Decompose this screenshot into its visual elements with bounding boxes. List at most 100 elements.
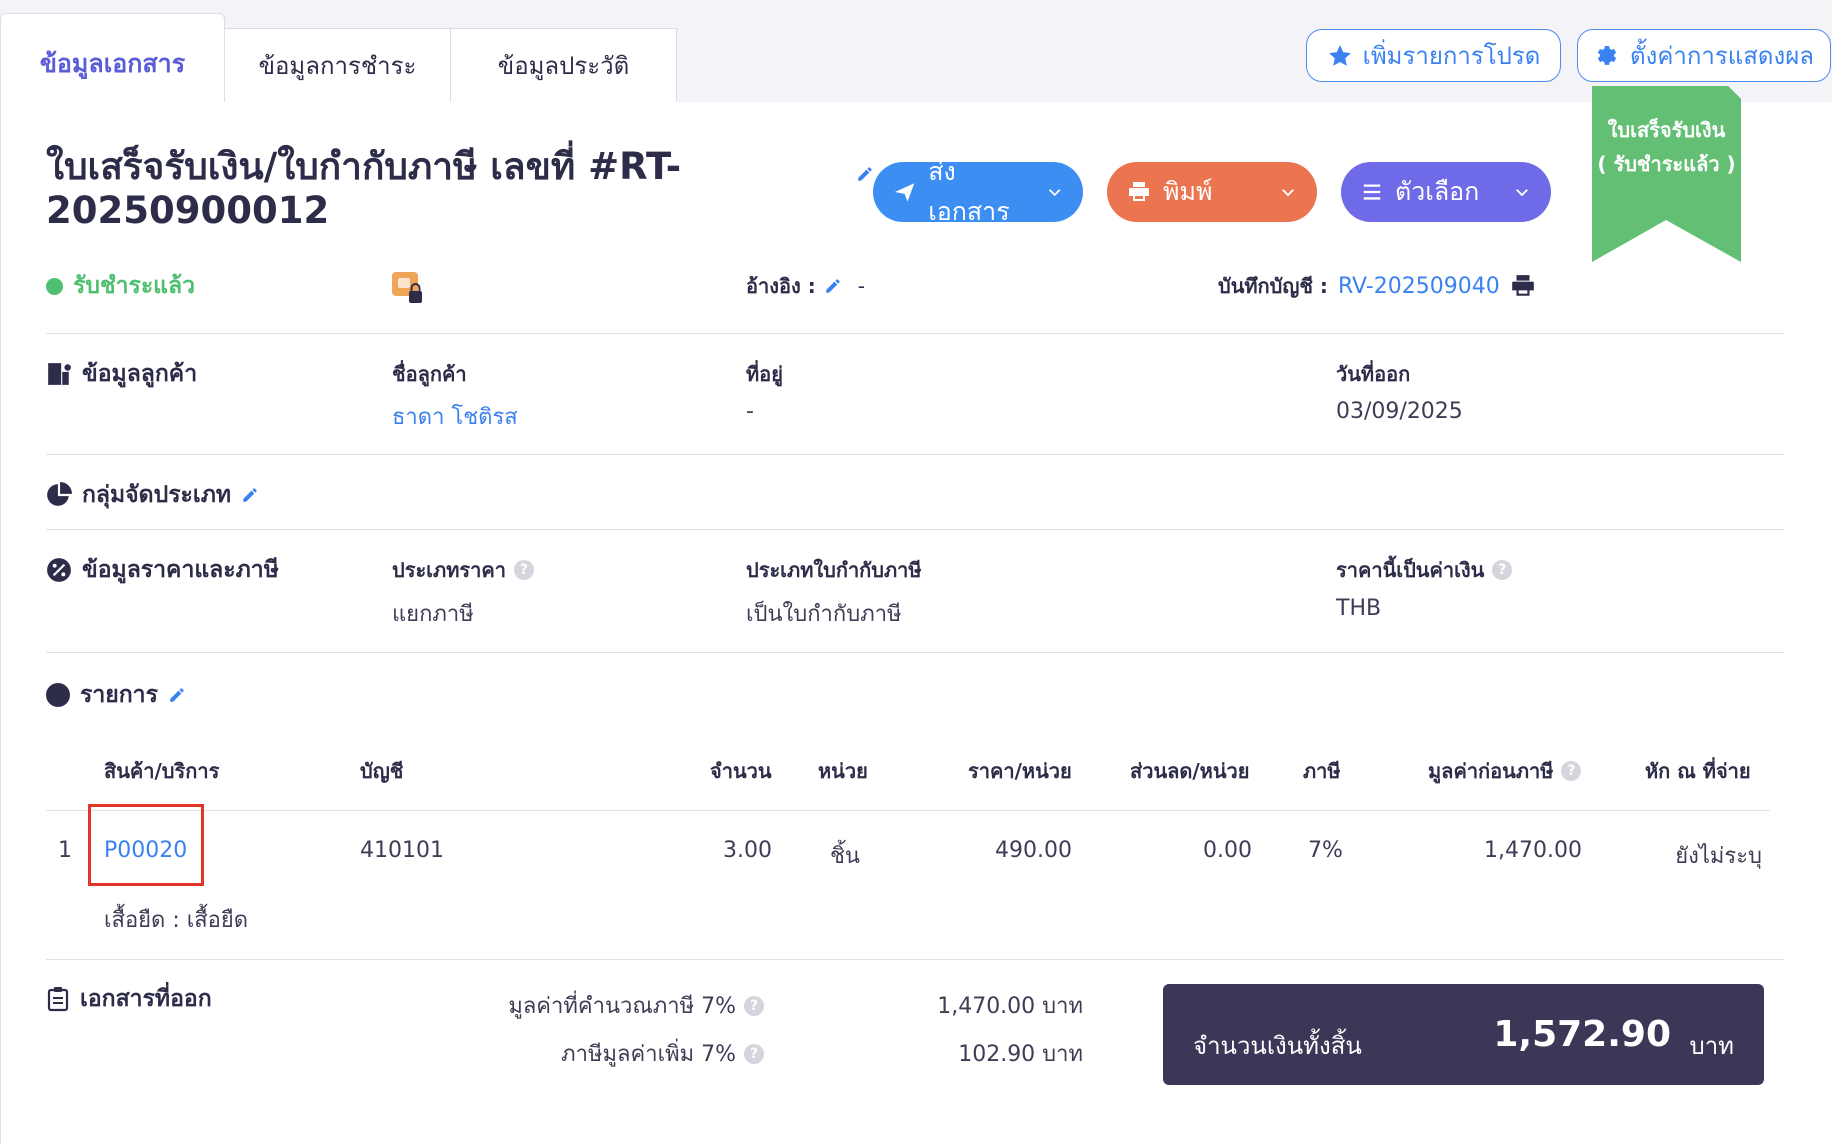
items-section-title: รายการ xyxy=(46,677,186,713)
chevron-down-icon xyxy=(1516,189,1528,197)
reference-field: อ้างอิง : - xyxy=(746,270,865,302)
help-icon[interactable]: ? xyxy=(1492,560,1513,580)
reference-label: อ้างอิง : xyxy=(746,274,816,298)
chevron-down-icon xyxy=(1048,189,1061,197)
vat-label-text: ภาษีมูลค่าเพิ่ม 7% xyxy=(561,1042,736,1067)
column-header-qty: จำนวน xyxy=(710,759,772,783)
pencil-icon[interactable] xyxy=(241,486,259,504)
pencil-icon[interactable] xyxy=(168,686,186,704)
display-settings-button[interactable]: ตั้งค่าการแสดงผล xyxy=(1577,29,1831,82)
pencil-icon[interactable] xyxy=(856,165,874,183)
clipboard-icon xyxy=(47,987,69,1012)
divider xyxy=(46,810,1770,811)
menu-icon xyxy=(1363,184,1381,200)
highlight-box xyxy=(88,804,204,886)
customer-section-label: ข้อมูลลูกค้า xyxy=(82,361,198,387)
account-value: 410101 xyxy=(360,838,444,863)
status-dot-icon xyxy=(46,277,63,295)
divider xyxy=(46,333,1784,334)
classification-section-label: กลุ่มจัดประเภท xyxy=(82,482,232,508)
column-header-tax: ภาษี xyxy=(1303,759,1341,783)
help-icon[interactable]: ? xyxy=(513,560,534,580)
gear-icon xyxy=(1597,45,1617,65)
send-document-label: ส่งเอกสาร xyxy=(928,157,1010,226)
pricing-section-label: ข้อมูลราคาและภาษี xyxy=(82,557,279,583)
tab-document-info[interactable]: ข้อมูลเอกสาร xyxy=(0,13,225,103)
customer-name-label: ชื่อลูกค้า xyxy=(392,362,467,386)
issued-documents-section-title: เอกสารที่ออก xyxy=(46,981,212,1017)
tab-payment-info[interactable]: ข้อมูลการชำระ xyxy=(225,28,451,103)
ribbon-line-1: ใบเสร็จรับเงิน xyxy=(1607,118,1726,142)
issued-documents-label: เอกสารที่ออก xyxy=(80,986,212,1012)
display-settings-label: ตั้งค่าการแสดงผล xyxy=(1630,42,1814,70)
add-favorite-button[interactable]: เพิ่มรายการโปรด xyxy=(1306,29,1561,82)
document-lock-icon xyxy=(392,272,422,303)
add-favorite-label: เพิ่มรายการโปรด xyxy=(1362,42,1541,70)
currency-value: THB xyxy=(1336,596,1382,621)
grand-total-currency: บาท xyxy=(1689,1032,1734,1060)
print-label: พิมพ์ xyxy=(1163,177,1213,206)
ribbon-line-2: ( รับชำระแล้ว ) xyxy=(1597,152,1736,176)
issue-date-value: 03/09/2025 xyxy=(1336,399,1463,424)
tab-history-info[interactable]: ข้อมูลประวัติ xyxy=(451,28,677,103)
customer-section-title: ข้อมูลลูกค้า xyxy=(46,356,197,392)
divider xyxy=(46,959,1784,960)
issue-date-label: วันที่ออก xyxy=(1336,362,1411,386)
customer-name-link[interactable]: ธาดา โชติรส xyxy=(392,399,518,434)
print-button[interactable]: พิมพ์ xyxy=(1107,162,1317,222)
items-bullet-icon xyxy=(46,683,70,707)
pretax-value: 1,470.00 xyxy=(1484,838,1582,863)
ribbon-label: ใบเสร็จรับเงิน ( รับชำระแล้ว ) xyxy=(1592,113,1741,181)
unit-value: ชิ้น xyxy=(830,844,860,869)
tab-label: ข้อมูลเอกสาร xyxy=(39,49,186,78)
pencil-icon[interactable] xyxy=(824,277,842,295)
tab-label: ข้อมูลประวัติ xyxy=(497,52,630,80)
price-type-label: ประเภทราคา ? xyxy=(392,554,534,586)
qty-value: 3.00 xyxy=(723,838,772,863)
currency-label: ราคานี้เป็นค่าเงิน ? xyxy=(1336,554,1513,586)
vat-label: ภาษีมูลค่าเพิ่ม 7% ? xyxy=(561,1036,764,1071)
price-value: 490.00 xyxy=(995,838,1072,863)
building-icon xyxy=(48,363,71,385)
document-tabs: ข้อมูลเอกสาร ข้อมูลการชำระ ข้อมูลประวัติ xyxy=(0,13,677,103)
status-label: รับชำระแล้ว xyxy=(73,273,196,299)
currency-label-text: ราคานี้เป็นค่าเงิน xyxy=(1336,558,1485,582)
help-icon[interactable]: ? xyxy=(744,995,764,1016)
grand-total-box: จำนวนเงินทั้งสิ้น 1,572.90 บาท xyxy=(1163,984,1764,1085)
address-label: ที่อยู่ xyxy=(746,362,783,386)
options-button[interactable]: ตัวเลือก xyxy=(1341,162,1551,222)
send-document-button[interactable]: ส่งเอกสาร xyxy=(873,157,1083,226)
chevron-down-icon[interactable] xyxy=(1279,183,1297,201)
grand-total-label: จำนวนเงินทั้งสิ้น xyxy=(1193,1032,1362,1060)
column-header-discount: ส่วนลด/หน่วย xyxy=(1130,759,1250,783)
taxable-amount-label-text: มูลค่าที่คำนวณภาษี 7% xyxy=(508,994,736,1019)
price-type-label-text: ประเภทราคา xyxy=(392,558,506,582)
column-header-price: ราคา/หน่วย xyxy=(968,759,1072,783)
tax-invoice-type-value: เป็นใบกำกับภาษี xyxy=(746,602,902,627)
column-header-withholding: หัก ณ ที่จ่าย xyxy=(1645,759,1751,783)
percent-badge-icon xyxy=(47,558,71,582)
reference-value: - xyxy=(857,274,865,298)
vat-value: 102.90 บาท xyxy=(958,1042,1083,1067)
tax-value: 7% xyxy=(1308,838,1343,863)
discount-value: 0.00 xyxy=(1203,838,1252,863)
help-icon[interactable]: ? xyxy=(744,1043,764,1064)
grand-total-value: 1,572.90 xyxy=(1493,1014,1671,1055)
status-badge: รับชำระแล้ว xyxy=(46,268,195,304)
withholding-value: ยังไม่ระบุ xyxy=(1675,844,1762,869)
pie-chart-icon xyxy=(47,482,72,506)
column-header-account: บัญชี xyxy=(360,759,404,783)
taxable-amount-label: มูลค่าที่คำนวณภาษี 7% ? xyxy=(508,988,764,1023)
tab-label: ข้อมูลการชำระ xyxy=(258,52,417,80)
options-label: ตัวเลือก xyxy=(1395,177,1480,206)
printer-icon[interactable] xyxy=(1510,273,1536,299)
page-title: ใบเสร็จรับเงิน/ใบกำกับภาษี เลขที่ #RT-20… xyxy=(46,145,682,232)
printer-icon xyxy=(1129,182,1149,201)
taxable-amount-value: 1,470.00 บาท xyxy=(937,994,1083,1019)
journal-link[interactable]: RV-202509040 xyxy=(1338,274,1500,299)
help-icon[interactable]: ? xyxy=(1561,761,1582,781)
address-value: - xyxy=(746,399,754,424)
journal-field: บันทึกบัญชี : RV-202509040 xyxy=(1218,270,1536,302)
items-section-label: รายการ xyxy=(80,682,158,708)
column-header-unit: หน่วย xyxy=(818,759,868,783)
